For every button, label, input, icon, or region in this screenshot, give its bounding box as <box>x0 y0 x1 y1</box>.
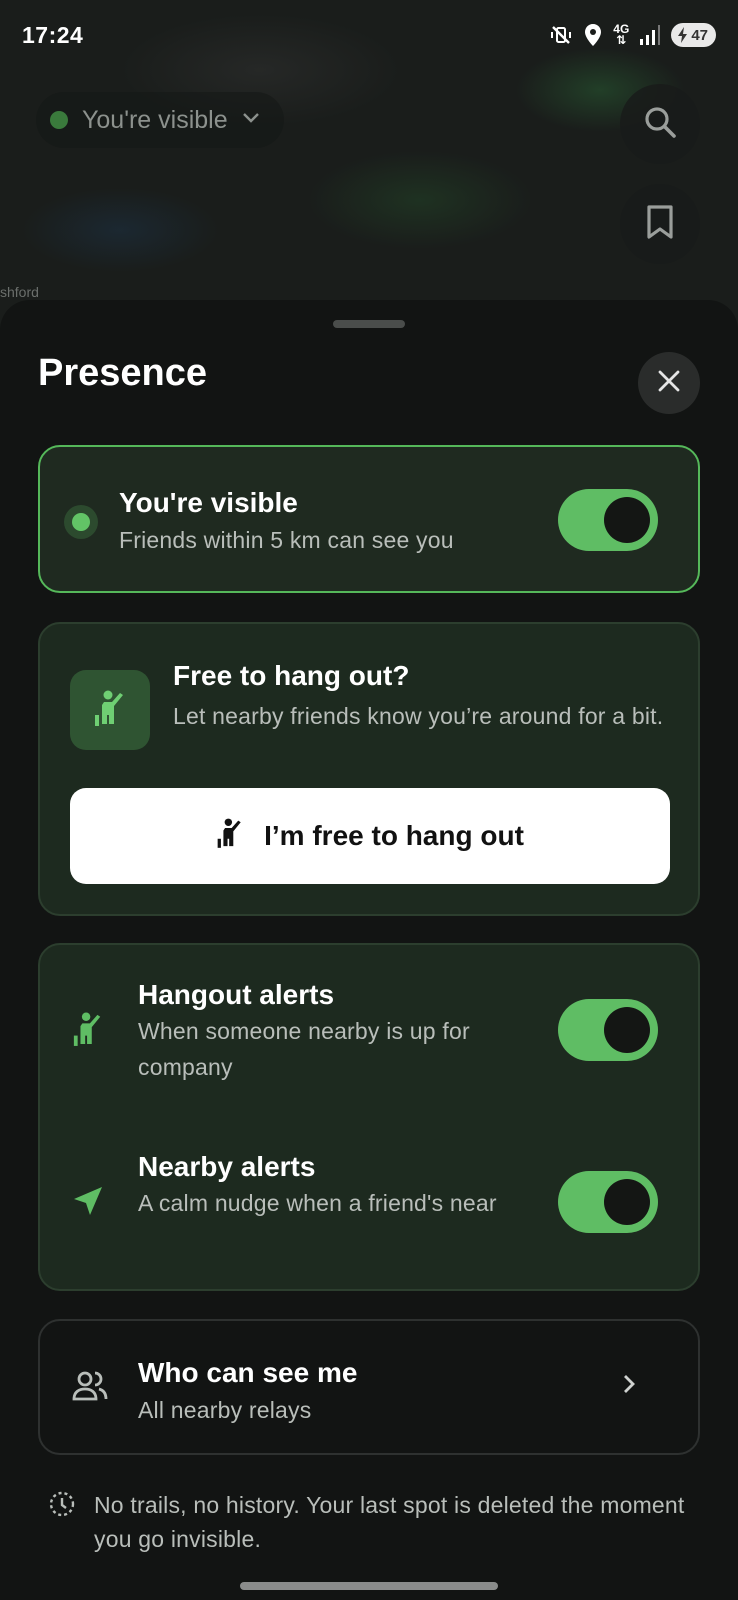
toggle-knob <box>604 497 650 543</box>
nearby-alerts-title: Nearby alerts <box>138 1151 316 1182</box>
hangout-alerts-toggle[interactable] <box>558 999 658 1061</box>
hangout-icon-box <box>70 670 150 750</box>
status-icons: 4G ⇅ 47 <box>549 23 716 47</box>
hangout-alerts-title: Hangout alerts <box>138 979 335 1010</box>
timer-icon <box>48 1490 76 1523</box>
status-time: 17:24 <box>22 21 84 48</box>
visible-subtitle: Friends within 5 km can see you <box>119 527 454 553</box>
visibility-dropdown[interactable]: You're visible <box>36 92 284 148</box>
navigation-arrow-icon <box>72 1185 104 1222</box>
alerts-card: Hangout alerts When someone nearby is up… <box>38 943 700 1291</box>
visibility-dot <box>50 111 68 129</box>
who-subtitle: All nearby relays <box>138 1397 312 1423</box>
bookmark-button[interactable] <box>620 184 700 264</box>
battery-charging-icon: 47 <box>671 23 716 47</box>
toggle-knob <box>604 1179 650 1225</box>
network-4g-icon: 4G ⇅ <box>613 22 630 47</box>
location-icon <box>583 23 603 47</box>
close-button[interactable] <box>638 352 700 414</box>
people-icon <box>72 1371 108 1406</box>
free-to-hang-out-button[interactable]: I’m free to hang out <box>70 788 670 884</box>
bookmark-icon <box>646 204 674 244</box>
map-place-label: shford <box>0 284 39 300</box>
visibility-toggle[interactable] <box>558 489 658 551</box>
network-label: 4G <box>613 22 630 36</box>
privacy-text: No trails, no history. Your last spot is… <box>94 1492 685 1552</box>
close-icon <box>658 370 680 397</box>
visibility-card[interactable]: You're visible Friends within 5 km can s… <box>38 445 700 593</box>
signal-icon <box>639 24 661 46</box>
who-title: Who can see me <box>138 1357 358 1388</box>
home-indicator[interactable] <box>240 1582 498 1590</box>
hangout-subtitle: Let nearby friends know you’re around fo… <box>173 703 664 729</box>
hangout-title: Free to hang out? <box>173 660 410 691</box>
status-bar: 17:24 4G ⇅ 47 <box>0 0 738 70</box>
search-button[interactable] <box>620 84 700 164</box>
hangout-alerts-subtitle: When someone nearby is up for company <box>138 1018 470 1080</box>
map-background[interactable]: 17:24 4G ⇅ 47 You're visible shford <box>0 0 738 340</box>
battery-level: 47 <box>691 26 708 44</box>
visible-status-dot <box>64 505 98 539</box>
vibrate-off-icon <box>549 23 573 47</box>
hangout-person-icon <box>93 689 127 732</box>
search-icon <box>643 105 677 144</box>
hangout-person-icon <box>216 817 244 856</box>
nearby-alerts-subtitle: A calm nudge when a friend's near <box>138 1190 497 1216</box>
visible-title: You're visible <box>119 487 298 518</box>
visibility-pill-label: You're visible <box>82 105 228 134</box>
chevron-right-icon <box>622 1373 636 1400</box>
free-button-label: I’m free to hang out <box>264 820 524 851</box>
chevron-down-icon <box>242 111 260 129</box>
nearby-alerts-toggle[interactable] <box>558 1171 658 1233</box>
drag-handle[interactable] <box>333 320 405 328</box>
sheet-title: Presence <box>38 352 208 394</box>
hangout-card: Free to hang out? Let nearby friends kno… <box>38 622 700 916</box>
who-can-see-me-row[interactable]: Who can see me All nearby relays <box>38 1319 700 1455</box>
presence-sheet: Presence You're visible Friends within 5… <box>0 300 738 1600</box>
hangout-person-icon <box>72 1011 104 1052</box>
toggle-knob <box>604 1007 650 1053</box>
